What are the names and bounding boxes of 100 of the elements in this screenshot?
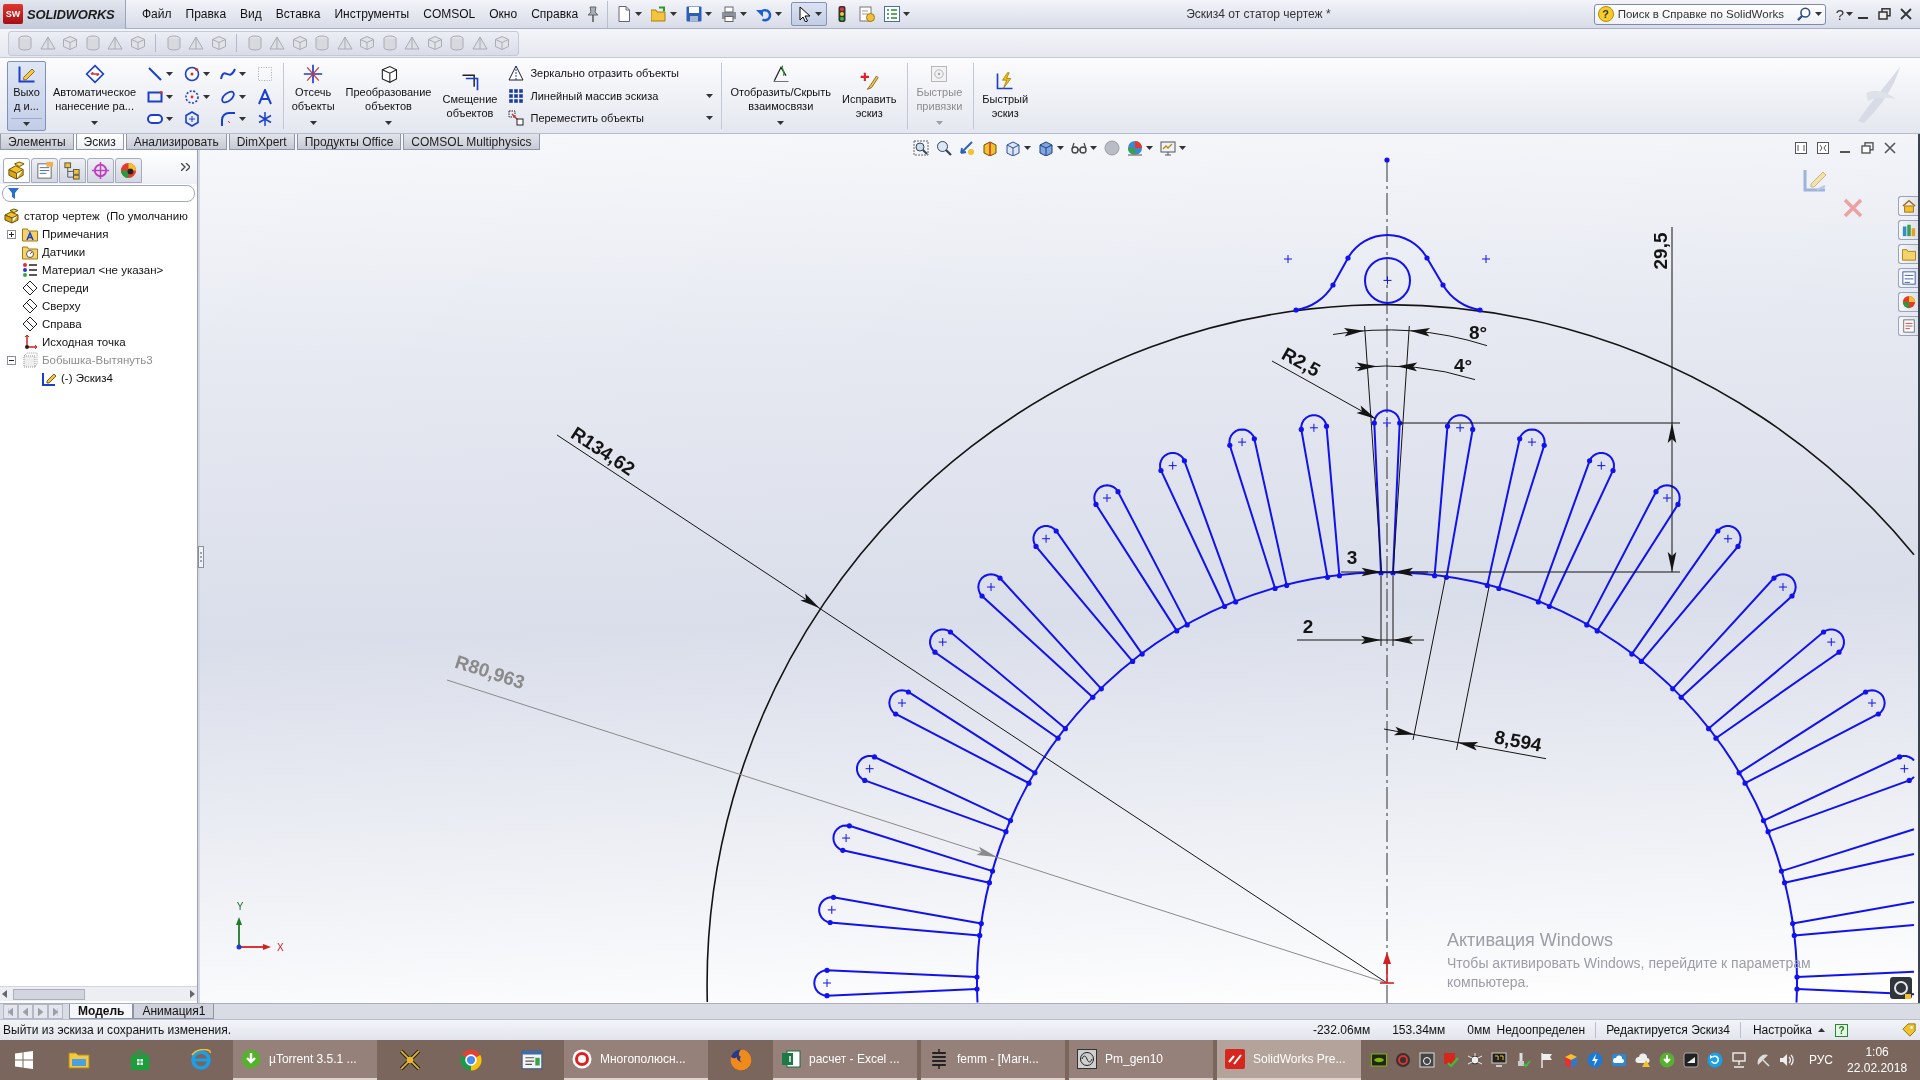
caret-icon[interactable] [239,94,247,99]
plane-icon[interactable] [22,280,38,296]
section-view-icon[interactable] [982,140,998,156]
clock-date[interactable]: 22.02.2018 [1847,1060,1908,1076]
caret-icon[interactable] [309,121,317,125]
menu-item[interactable]: Файл [135,3,179,25]
text-tool-icon[interactable] [256,88,273,105]
model-tab[interactable]: Модель [69,1004,134,1019]
tree-item[interactable]: Справа [42,318,82,330]
horizontal-scrollbar[interactable] [0,986,197,1001]
polygon-icon[interactable] [183,111,200,128]
command-tab[interactable]: Эскиз [75,134,124,150]
globe-icon[interactable] [189,1049,212,1071]
filter-field[interactable] [2,185,195,202]
pointer-icon[interactable] [796,6,813,22]
download-icon[interactable] [241,1049,261,1069]
browser-icon[interactable] [459,1049,482,1071]
dimension-icon[interactable] [84,64,105,84]
zoom-to-fit-icon[interactable] [913,140,929,156]
display-icon[interactable] [1491,1052,1507,1068]
caret-icon[interactable] [1846,12,1853,16]
caret-icon[interactable] [1057,146,1064,150]
caret-icon[interactable] [1090,146,1097,150]
taskbar-window-button[interactable]: Многополюсн... [564,1040,708,1080]
sun-icon[interactable] [1467,1052,1483,1068]
caret-icon[interactable] [705,12,713,16]
checklist-icon[interactable] [884,6,901,22]
undo-icon[interactable] [756,6,773,22]
command-tab[interactable]: COMSOL Multiphysics [403,134,540,150]
tree-item[interactable]: (-) Эскиз4 [61,372,113,384]
sine-wave-icon[interactable] [1077,1049,1097,1069]
tree-item[interactable]: Сверху [42,300,81,312]
sensor-folder-icon[interactable] [22,244,38,260]
circle-icon[interactable] [183,66,200,83]
cloud-warning-icon[interactable] [1635,1052,1651,1068]
glasses-icon[interactable] [1071,140,1087,156]
dashed-circle-icon[interactable] [183,88,200,105]
color-cube-icon[interactable] [1563,1052,1579,1068]
sketch-tool-button[interactable]: Отсечь объекты [287,61,339,131]
tree-item[interactable]: Датчики [42,246,86,258]
printer-icon[interactable] [721,6,738,22]
tree-item[interactable]: статор чертеж (По умолчанию [24,210,188,222]
model-tab[interactable]: Анимация1 [133,1004,215,1019]
coil-icon[interactable] [929,1049,949,1069]
units-button[interactable]: Настройка [1750,1023,1827,1037]
help-badge[interactable]: ? [1835,1023,1848,1037]
taskbar-window-button[interactable]: µTorrent 3.5.1 ... [233,1040,377,1080]
command-tab[interactable]: Анализировать [125,134,227,150]
sketch-command-button[interactable]: Переместить объекты [504,107,718,130]
caret-icon[interactable] [815,12,823,16]
satellite-dish-icon[interactable] [1755,1052,1771,1068]
point-icon[interactable] [256,111,273,128]
help-search-field[interactable]: ? Поиск в Справке по SolidWorks [1593,3,1826,25]
ring-icon[interactable] [1890,977,1912,999]
cube-view-icon[interactable] [1005,140,1021,156]
caret-icon[interactable] [1179,146,1186,150]
cloud-icon[interactable] [1611,1052,1627,1068]
help-button[interactable]: ? [1833,5,1846,23]
expand-icon[interactable] [7,229,16,239]
menu-item[interactable]: Инструменты [327,3,417,25]
sketch-tool-button[interactable]: Смещение объектов [438,61,502,131]
download-icon[interactable] [1659,1052,1675,1068]
crossed-sticks-icon[interactable] [398,1049,421,1071]
caret-icon[interactable] [202,72,210,77]
caret-up-icon[interactable] [1818,1028,1825,1032]
caret-icon[interactable] [202,94,210,99]
chevron-right-icon[interactable] [181,162,190,171]
tree-item[interactable]: Спереди [42,282,89,294]
caret-icon[interactable] [706,116,714,121]
caret-icon[interactable] [777,121,785,125]
sync-icon[interactable] [1707,1052,1723,1068]
splitter-grip-icon[interactable] [198,546,204,568]
tree-item[interactable]: Исходная точка [42,336,126,348]
collapse-icon[interactable] [7,355,16,365]
tree-item[interactable]: Примечания [42,228,109,240]
tag-icon[interactable] [1902,1023,1916,1037]
caret-icon[interactable] [1146,146,1153,150]
move-icon[interactable] [508,110,525,127]
caret-icon[interactable] [635,12,643,16]
command-tab[interactable]: Элементы [0,134,74,150]
window-icon[interactable] [520,1049,543,1071]
plane-icon[interactable] [22,298,38,314]
check-badge-icon[interactable] [1443,1052,1459,1068]
caret-icon[interactable] [166,94,174,99]
caret-icon[interactable] [239,117,247,122]
input-language[interactable]: РУС [1809,1053,1834,1067]
previous-view-icon[interactable] [959,140,975,156]
shopping-bag-icon[interactable] [129,1050,150,1070]
caret-icon[interactable] [706,93,714,98]
close-icon[interactable] [1900,8,1912,20]
folder-icon[interactable] [67,1050,90,1070]
tile-horizontal-icon[interactable] [1795,142,1807,154]
clock-time[interactable]: 1:06 [1865,1044,1889,1060]
menu-item[interactable]: Правка [178,3,234,25]
sketch-tool-button[interactable]: Исправить эскиз [838,61,901,131]
taskbar-window-button[interactable]: femm - [Магн... [921,1040,1065,1080]
save-icon[interactable] [686,6,703,22]
menu-item[interactable]: Окно [482,3,525,25]
new-document-icon[interactable] [616,6,633,22]
select-button[interactable] [791,2,828,26]
